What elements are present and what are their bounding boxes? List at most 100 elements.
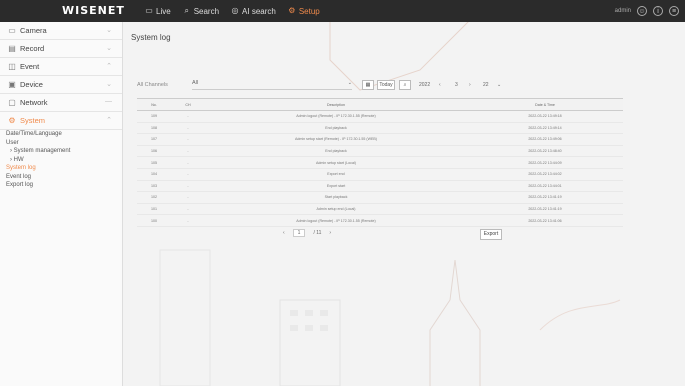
menu-icon[interactable]: ≡ (669, 6, 679, 16)
system-icon: ⚙ (8, 115, 16, 125)
cell-date-time: 2022-03-22 13:41:19 (467, 203, 623, 216)
menu-live[interactable]: ▭ Live (145, 6, 171, 16)
table-row: 108 - End playback 2022-03-22 13:49:14 (137, 122, 623, 135)
channel-filter-select[interactable]: All ⌄ (192, 80, 352, 90)
cell-no: 102 (137, 191, 171, 204)
today-button[interactable]: Today (377, 80, 395, 90)
cell-ch: - (171, 168, 205, 181)
channel-filter-label: All Channels (137, 82, 168, 88)
chevron-down-icon: ⌄ (347, 80, 352, 86)
calendar-button[interactable]: ▦ (362, 80, 374, 90)
total-pages: / 11 (313, 230, 322, 236)
top-right-controls: admin ☺ i ≡ (615, 0, 679, 22)
device-icon: ▣ (8, 79, 16, 89)
cell-ch: - (171, 122, 205, 135)
cell-date-time: 2022-03-22 13:49:18 (467, 110, 623, 123)
sidebar-item-label: Record (20, 44, 45, 53)
cell-date-time: 2022-03-22 13:44:01 (467, 180, 623, 193)
menu-search[interactable]: ⌕ Search (183, 7, 219, 16)
table-row: 105 - Admin setup start (Local) 2022-03-… (137, 156, 623, 169)
submenu-event-log[interactable]: Event log (6, 173, 122, 182)
cell-no: 107 (137, 133, 171, 146)
cell-description: End playback (205, 145, 467, 158)
calendar-icon: ▦ (365, 82, 371, 88)
menu-live-label: Live (156, 6, 171, 16)
cell-description: End playback (205, 122, 467, 135)
prev-icon[interactable]: ‹ (439, 82, 441, 88)
cell-date-time: 2022-03-22 13:41:19 (467, 191, 623, 204)
next-icon[interactable]: › (469, 82, 471, 88)
pagination: ‹ 1 / 11 › (283, 229, 331, 237)
filter-row: All Channels All ⌄ ▦ Today ⌕ 2022 ‹ 3 › … (137, 79, 623, 91)
prev-page-button[interactable]: ‹ (283, 230, 285, 236)
cell-description: Admin setup end (Local) (205, 203, 467, 216)
cell-date-time: 2022-03-22 13:49:14 (467, 122, 623, 135)
sidebar-item-label: Network (20, 98, 48, 107)
cell-no: 100 (137, 214, 171, 227)
cell-description: Start playback (205, 191, 467, 204)
cell-no: 108 (137, 122, 171, 135)
cell-ch: - (171, 191, 205, 204)
table-row: 101 - Admin setup end (Local) 2022-03-22… (137, 203, 623, 216)
cell-no: 103 (137, 180, 171, 193)
chevron-up-icon: ⌃ (106, 117, 112, 124)
table-row: 106 - End playback 2022-03-22 13:48:40 (137, 145, 623, 158)
cell-description: Admin setup start (Local) (205, 156, 467, 169)
month-field[interactable]: 3 (455, 82, 458, 88)
sidebar-item-system[interactable]: ⚙ System ⌃ (0, 112, 122, 130)
cell-date-time: 2022-03-22 13:41:06 (467, 214, 623, 227)
event-icon: ◫ (8, 61, 16, 71)
sidebar-item-network[interactable]: ▢ Network — (0, 94, 122, 112)
user-name: admin (614, 8, 631, 14)
sidebar-item-label: Device (20, 80, 43, 89)
sidebar-item-camera[interactable]: ▭ Camera ⌄ (0, 22, 122, 40)
submenu-hw[interactable]: › HW (6, 156, 122, 165)
top-navigation-bar: WISENET ▭ Live ⌕ Search ◎ AI search ⚙ Se… (0, 0, 685, 22)
column-header-no[interactable]: No. (137, 98, 171, 111)
next-page-button[interactable]: › (329, 230, 331, 236)
user-icon[interactable]: ☺ (637, 6, 647, 16)
current-page-input[interactable]: 1 (292, 229, 306, 237)
submenu-system-management[interactable]: › System management (6, 147, 122, 156)
chevron-down-icon[interactable]: ⌄ (497, 82, 501, 88)
chevron-down-icon: ⌄ (106, 27, 112, 34)
search-icon: ⌕ (403, 82, 407, 88)
system-submenu: Date/Time/Language User › System managem… (0, 130, 122, 190)
cell-no: 104 (137, 168, 171, 181)
cell-ch: - (171, 203, 205, 216)
cell-date-time: 2022-03-22 13:49:06 (467, 133, 623, 146)
cell-description: Export end (205, 168, 467, 181)
cell-description: Admin logout (Remote) - IP 172.30.1.55 (… (205, 214, 467, 227)
sidebar-item-record[interactable]: ▤ Record ⌄ (0, 40, 122, 58)
submenu-system-log[interactable]: System log (6, 164, 122, 173)
year-field[interactable]: 2022 (419, 82, 430, 88)
chevron-down-icon: ⌄ (106, 45, 112, 52)
cell-ch: - (171, 156, 205, 169)
submenu-export-log[interactable]: Export log (6, 181, 122, 190)
monitor-icon: ▭ (145, 6, 153, 15)
menu-setup[interactable]: ⚙ Setup (288, 7, 320, 16)
sidebar-item-label: Camera (20, 26, 47, 35)
cell-description: Admin setup start (Remote) - IP 172.30.1… (205, 133, 467, 146)
sidebar-item-event[interactable]: ◫ Event ⌃ (0, 58, 122, 76)
export-button[interactable]: Export (480, 229, 502, 240)
submenu-date-time-language[interactable]: Date/Time/Language (6, 130, 122, 139)
search-button[interactable]: ⌕ (399, 80, 411, 90)
page-title: System log (131, 33, 171, 42)
column-header-description: Description (205, 98, 467, 111)
channel-filter-value: All (192, 80, 199, 86)
cell-ch: - (171, 110, 205, 123)
cell-no: 106 (137, 145, 171, 158)
submenu-user[interactable]: User (6, 139, 122, 148)
sidebar-item-label: System (20, 116, 46, 125)
cell-date-time: 2022-03-22 13:48:40 (467, 145, 623, 158)
sidebar-item-device[interactable]: ▣ Device ⌄ (0, 76, 122, 94)
network-icon: ▢ (8, 97, 16, 107)
table-row: 100 - Admin logout (Remote) - IP 172.30.… (137, 214, 623, 227)
menu-ai-search[interactable]: ◎ AI search (231, 7, 276, 16)
cell-description: Admin logout (Remote) - IP 172.30.1.55 (… (205, 110, 467, 123)
menu-setup-label: Setup (298, 6, 320, 16)
sidebar-item-label: Event (20, 62, 40, 71)
info-icon[interactable]: i (653, 6, 663, 16)
day-field[interactable]: 22 (483, 82, 489, 88)
